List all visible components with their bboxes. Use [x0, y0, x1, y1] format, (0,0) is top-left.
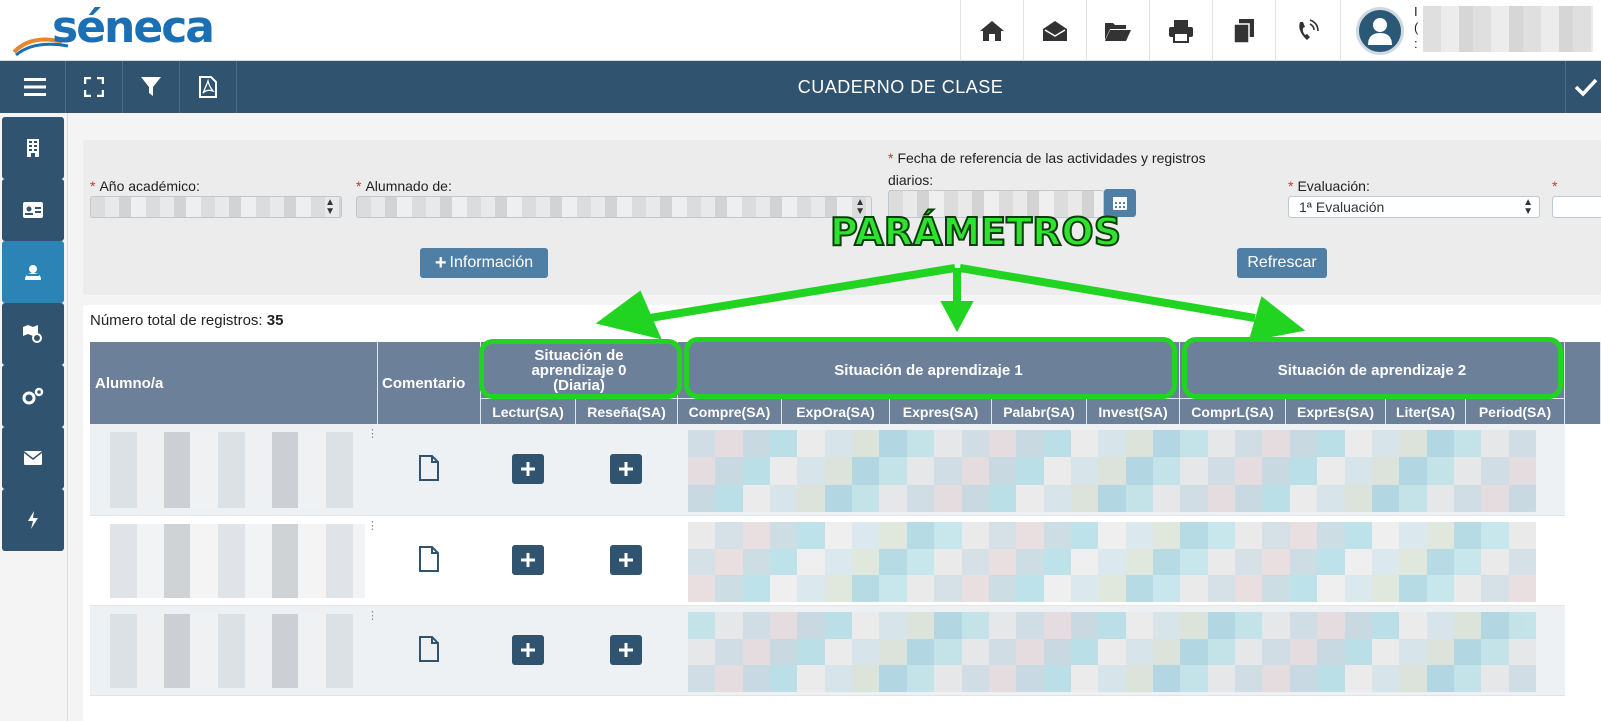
- annotation-arrows: [595, 264, 1306, 342]
- annotation-label: PARÁMETROS: [829, 209, 1122, 255]
